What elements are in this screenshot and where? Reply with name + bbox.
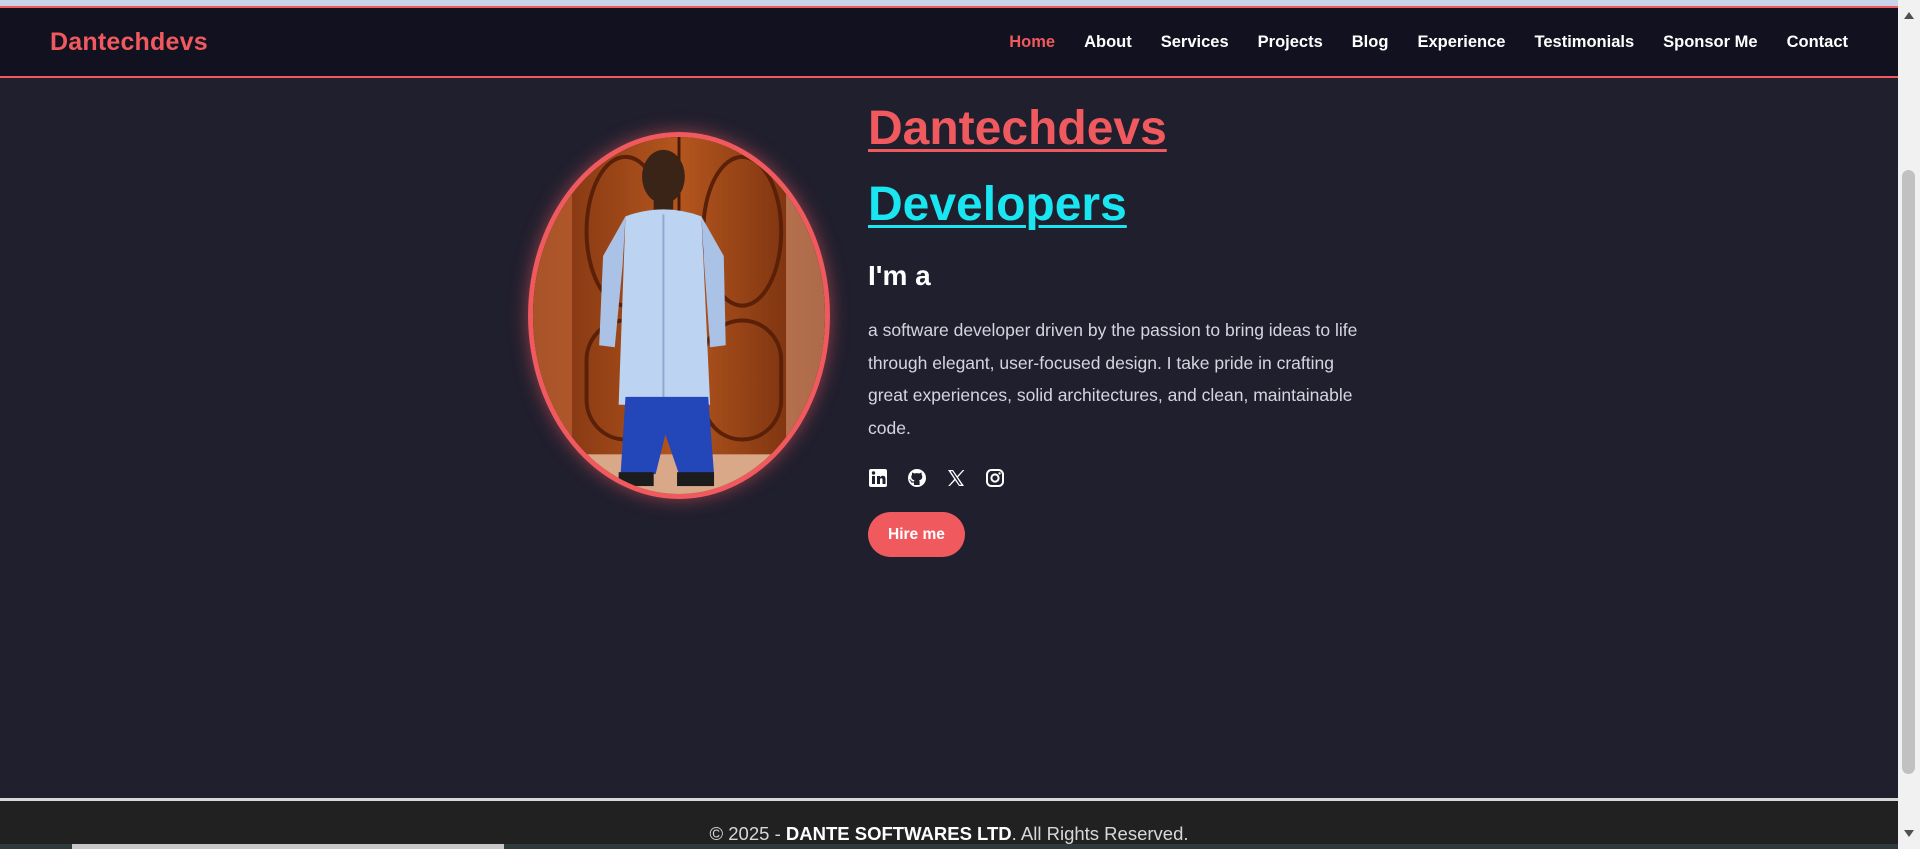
nav-menu: Home About Services Projects Blog Experi… [1009,33,1848,52]
hero-title-developers[interactable]: Developers [868,168,1368,242]
scrollbar-thumb[interactable] [1902,170,1915,774]
vertical-scrollbar[interactable] [1898,0,1920,849]
hero-bio: a software developer driven by the passi… [868,320,1358,438]
nav-contact[interactable]: Contact [1787,33,1848,52]
nav-experience[interactable]: Experience [1417,33,1505,52]
hire-me-button[interactable]: Hire me [868,512,965,557]
brand-logo[interactable]: Dantechdevs [50,28,208,57]
hero-text: Dantechdevs Developers I'm a a software … [868,90,1368,557]
social-links [868,468,1368,488]
footer: © 2025 - DANTE SOFTWARES LTD. All Rights… [0,801,1898,849]
nav-sponsor-me[interactable]: Sponsor Me [1663,33,1757,52]
nav-about[interactable]: About [1084,33,1132,52]
hero-section: Dantechdevs Developers I'm a a software … [0,80,1898,798]
nav-home[interactable]: Home [1009,33,1055,52]
horizontal-scrollbar-thumb[interactable] [72,844,504,849]
browser-top-strip [0,0,1898,8]
nav-blog[interactable]: Blog [1352,33,1389,52]
profile-photo-illustration [533,137,825,494]
nav-projects[interactable]: Projects [1258,33,1323,52]
linkedin-icon[interactable] [868,468,888,488]
instagram-icon[interactable] [985,468,1005,488]
nav-testimonials[interactable]: Testimonials [1535,33,1635,52]
hero-title-brand[interactable]: Dantechdevs [868,90,1368,168]
navbar: Dantechdevs Home About Services Projects… [0,8,1898,78]
scroll-up-arrow-icon[interactable] [1904,12,1914,19]
footer-copyright-suffix: . All Rights Reserved. [1011,823,1189,844]
github-icon[interactable] [907,468,927,488]
footer-company: DANTE SOFTWARES LTD [785,823,1012,844]
scroll-down-arrow-icon[interactable] [1904,830,1914,837]
footer-copyright-prefix: © 2025 - [709,823,786,844]
nav-services[interactable]: Services [1161,33,1229,52]
hero-subtitle: I'm a [868,260,931,291]
x-icon[interactable] [946,468,966,488]
profile-photo [528,132,830,499]
